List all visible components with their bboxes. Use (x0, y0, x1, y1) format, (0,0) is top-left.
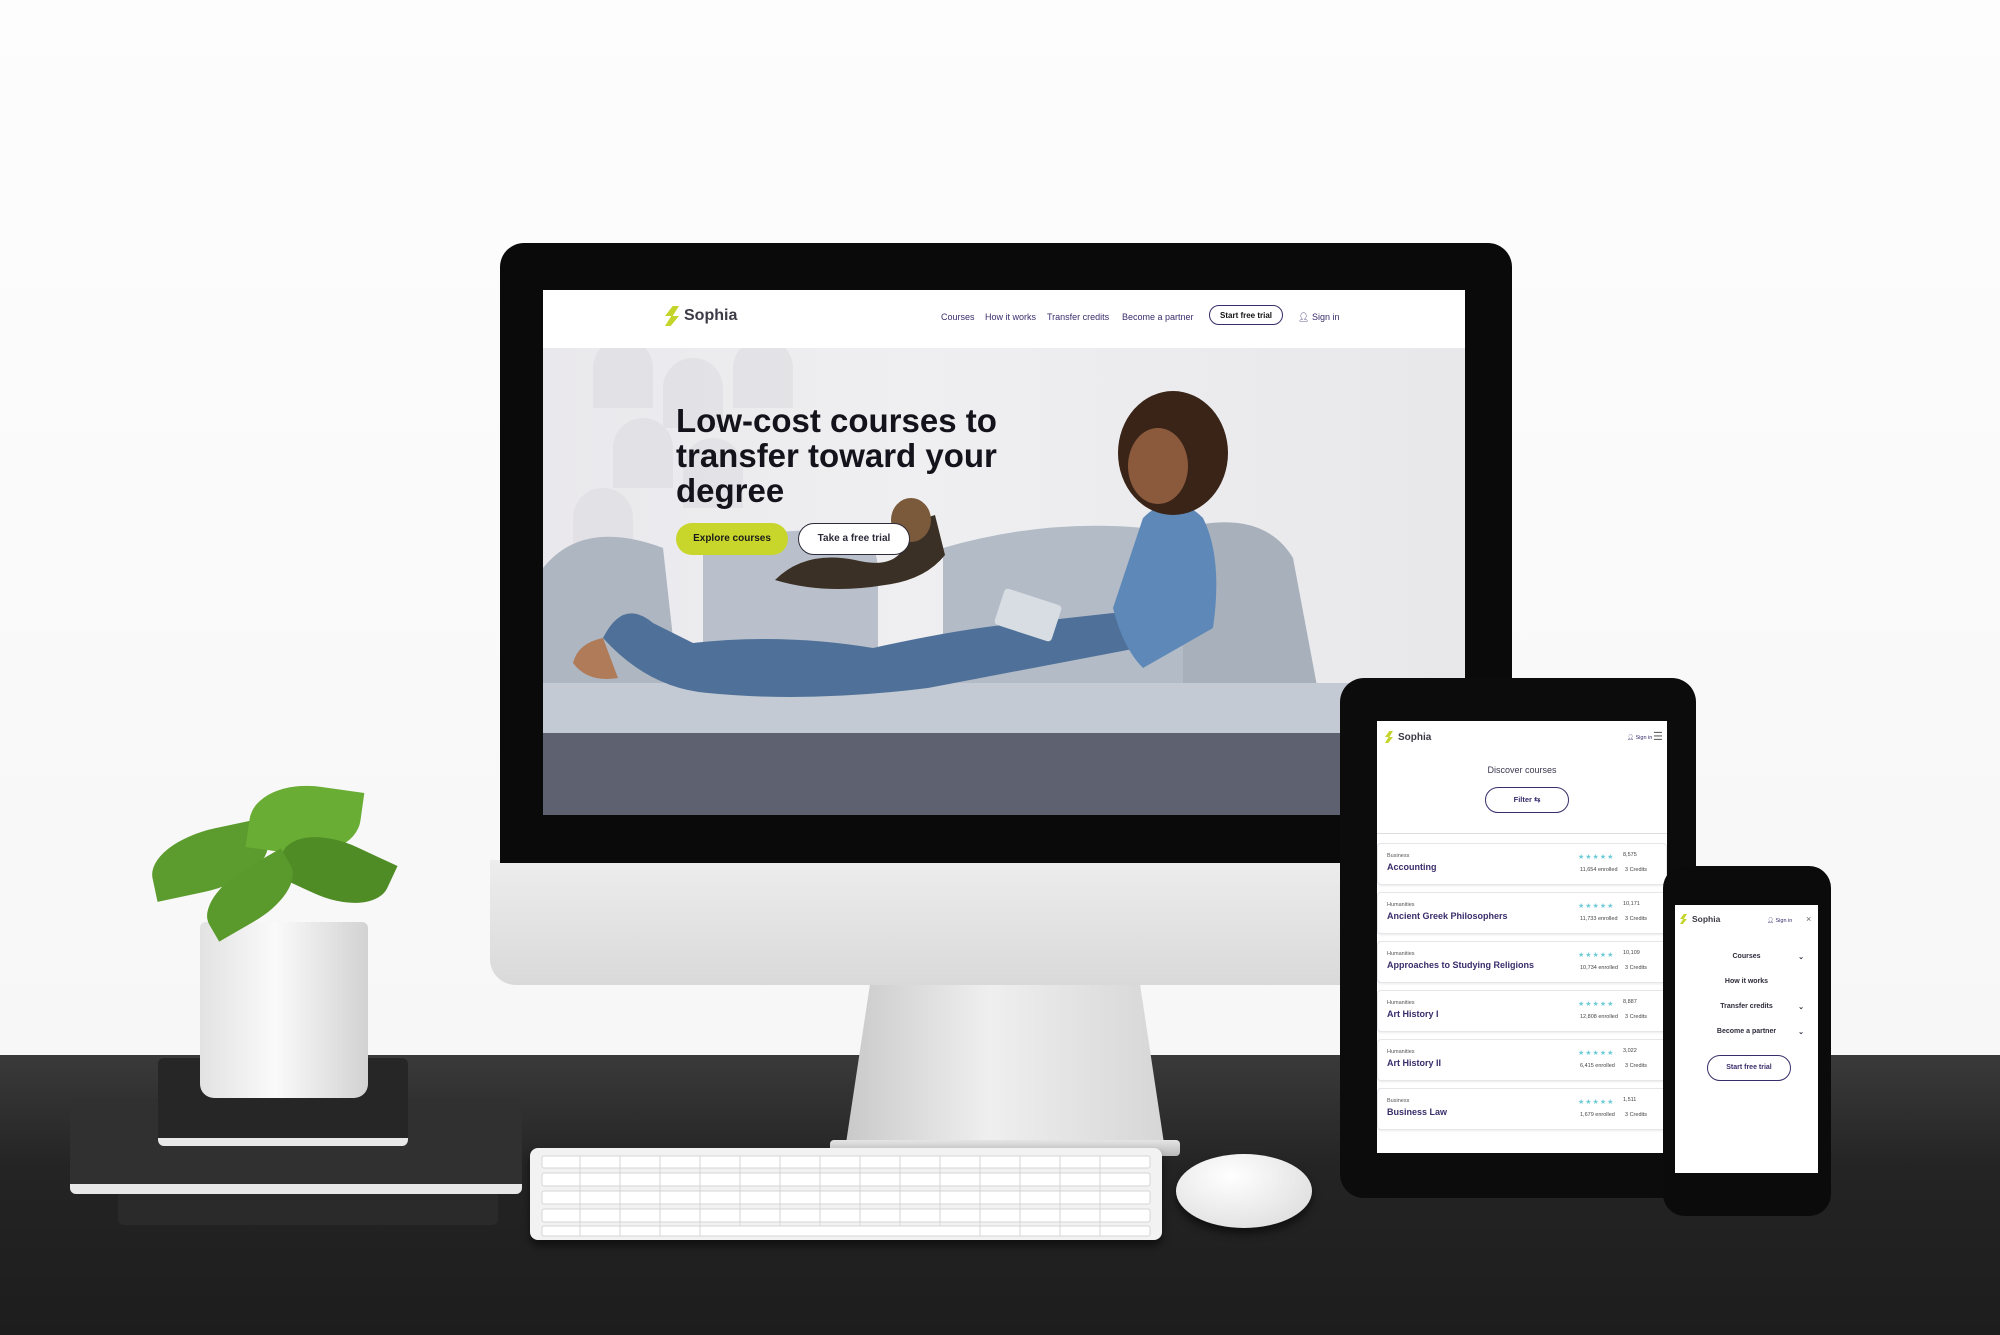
course-card[interactable]: Business Accounting 8,575 11,654 enrolled 3 … (1377, 843, 1667, 885)
course-name: Ancient Greek Philosophers (1387, 911, 1508, 921)
course-category: Humanities (1387, 902, 1415, 908)
course-name: Art History I (1387, 1009, 1439, 1019)
course-credits: 3 Credits (1625, 1063, 1648, 1069)
rating-count: 8,887 (1623, 999, 1637, 1005)
take-free-trial-button[interactable]: Take a free trial (798, 523, 910, 555)
explore-courses-button[interactable]: Explore courses (676, 523, 788, 555)
brand-name: Sophia (684, 307, 738, 324)
enrolled-count: 12,808 enrolled (1580, 1014, 1618, 1020)
menu-label: Transfer credits (1720, 1003, 1773, 1010)
sign-in-link[interactable]: 👤︎ Sign in (1767, 918, 1792, 924)
sign-in-label: Sign in (1775, 918, 1793, 924)
nav-link-courses[interactable]: Courses (941, 312, 975, 322)
rating-count: 8,575 (1623, 852, 1637, 858)
mobile-menu-courses[interactable]: Courses ⌄ (1675, 953, 1818, 961)
close-icon[interactable]: × (1806, 914, 1811, 924)
sign-in-link[interactable]: 👤︎ Sign in (1627, 735, 1652, 741)
discover-courses-title: Discover courses (1487, 765, 1557, 775)
sign-in-link[interactable]: 👤︎ Sign in (1298, 312, 1339, 323)
rating-count: 10,109 (1623, 950, 1640, 956)
chevron-down-icon: ⌄ (1798, 1004, 1804, 1011)
brand-name: Sophia (1398, 731, 1432, 743)
brand-name: Sophia (1692, 914, 1721, 924)
enrolled-count: 11,733 enrolled (1580, 916, 1618, 922)
hero-section: Low-cost courses to transfer toward your… (543, 348, 1465, 815)
course-card[interactable]: Humanities Art History I 8,887 12,808 enrol… (1377, 990, 1667, 1032)
course-category: Humanities (1387, 951, 1415, 957)
plant-pot (200, 922, 368, 1098)
course-credits: 3 Credits (1625, 965, 1648, 971)
enrolled-count: 11,654 enrolled (1580, 867, 1618, 873)
course-credits: 3 Credits (1625, 1014, 1648, 1020)
chevron-down-icon: ⌄ (1798, 954, 1804, 961)
hero-title: Low-cost courses to transfer toward your… (676, 402, 997, 509)
sign-in-label: Sign in (1311, 312, 1340, 322)
mouse (1176, 1154, 1312, 1228)
user-icon: 👤︎ (1627, 735, 1636, 741)
course-credits: 3 Credits (1625, 916, 1648, 922)
star-icon: ★★★★★ (1578, 1099, 1615, 1106)
enrolled-count: 10,734 enrolled (1580, 965, 1618, 971)
course-credits: 3 Credits (1625, 867, 1648, 873)
menu-icon[interactable]: ☰ (1653, 730, 1663, 743)
brand-logo[interactable]: Sophia (665, 306, 737, 326)
tablet-website: Sophia 👤︎ Sign in ☰ Discover courses Fil… (1377, 721, 1667, 1153)
chevron-down-icon: ⌄ (1798, 1029, 1804, 1036)
star-icon: ★★★★★ (1578, 952, 1615, 959)
desktop-website: Sophia Courses How it works Transfer cre… (543, 290, 1465, 815)
star-icon: ★★★★★ (1578, 1050, 1615, 1057)
course-card[interactable]: Humanities Ancient Greek Philosophers 10,1… (1377, 892, 1667, 934)
filter-label: Filter (1513, 795, 1532, 804)
nav-link-become-partner[interactable]: Become a partner (1122, 312, 1194, 322)
nav-link-how-it-works[interactable]: How it works (985, 312, 1036, 322)
enrolled-count: 6,415 enrolled (1580, 1063, 1615, 1069)
star-icon: ★★★★★ (1578, 903, 1615, 910)
rating-count: 10,171 (1623, 901, 1640, 907)
course-card[interactable]: Business Business Law 1,511 1,679 enrolled 3… (1377, 1088, 1667, 1130)
course-card[interactable]: Humanities Art History II 3,022 6,415 enrol… (1377, 1039, 1667, 1081)
nav-link-transfer-credits[interactable]: Transfer credits (1047, 312, 1109, 322)
star-icon: ★★★★★ (1578, 854, 1615, 861)
mobile-menu-transfer-credits[interactable]: Transfer credits ⌄ (1675, 1003, 1818, 1011)
rating-count: 3,022 (1623, 1048, 1637, 1054)
divider (1377, 833, 1667, 834)
desktop-navbar: Sophia Courses How it works Transfer cre… (543, 290, 1465, 348)
course-name: Business Law (1387, 1107, 1448, 1117)
sign-in-label: Sign in (1635, 735, 1653, 741)
star-icon: ★★★★★ (1578, 1001, 1615, 1008)
filter-icon: ⇆ (1534, 795, 1541, 804)
course-category: Humanities (1387, 1049, 1415, 1055)
course-card[interactable]: Humanities Approaches to Studying Religio… (1377, 941, 1667, 983)
brand-logo[interactable]: Sophia (1385, 731, 1431, 743)
keyboard-keys (541, 1155, 1151, 1237)
phone-website: Sophia 👤︎ Sign in × Courses ⌄ How it wor… (1675, 905, 1818, 1173)
course-name: Approaches to Studying Religions (1387, 960, 1535, 970)
filter-button[interactable]: Filter ⇆ (1485, 787, 1569, 813)
sophia-logo-icon (1385, 731, 1393, 743)
mobile-menu-become-partner[interactable]: Become a partner ⌄ (1675, 1028, 1818, 1036)
brand-logo[interactable]: Sophia (1680, 914, 1720, 924)
course-category: Business (1387, 853, 1410, 859)
keyboard (530, 1148, 1162, 1240)
course-category: Business (1387, 1098, 1410, 1104)
course-category: Humanities (1387, 1000, 1415, 1006)
mobile-menu-how-it-works[interactable]: How it works (1675, 978, 1818, 985)
start-free-trial-button[interactable]: Start free trial (1707, 1055, 1791, 1081)
menu-label: Become a partner (1716, 1028, 1777, 1035)
course-name: Art History II (1387, 1058, 1442, 1068)
menu-label: Courses (1732, 953, 1761, 960)
menu-label: How it works (1724, 978, 1769, 985)
sophia-logo-icon (1680, 914, 1687, 924)
sophia-logo-icon (665, 306, 679, 326)
enrolled-count: 1,679 enrolled (1580, 1112, 1615, 1118)
course-name: Accounting (1387, 862, 1437, 872)
rating-count: 1,511 (1623, 1097, 1637, 1103)
start-free-trial-button[interactable]: Start free trial (1209, 305, 1284, 325)
course-credits: 3 Credits (1625, 1112, 1648, 1118)
imac-stand (845, 980, 1165, 1150)
user-icon: 👤︎ (1298, 312, 1312, 322)
user-icon: 👤︎ (1767, 918, 1776, 924)
